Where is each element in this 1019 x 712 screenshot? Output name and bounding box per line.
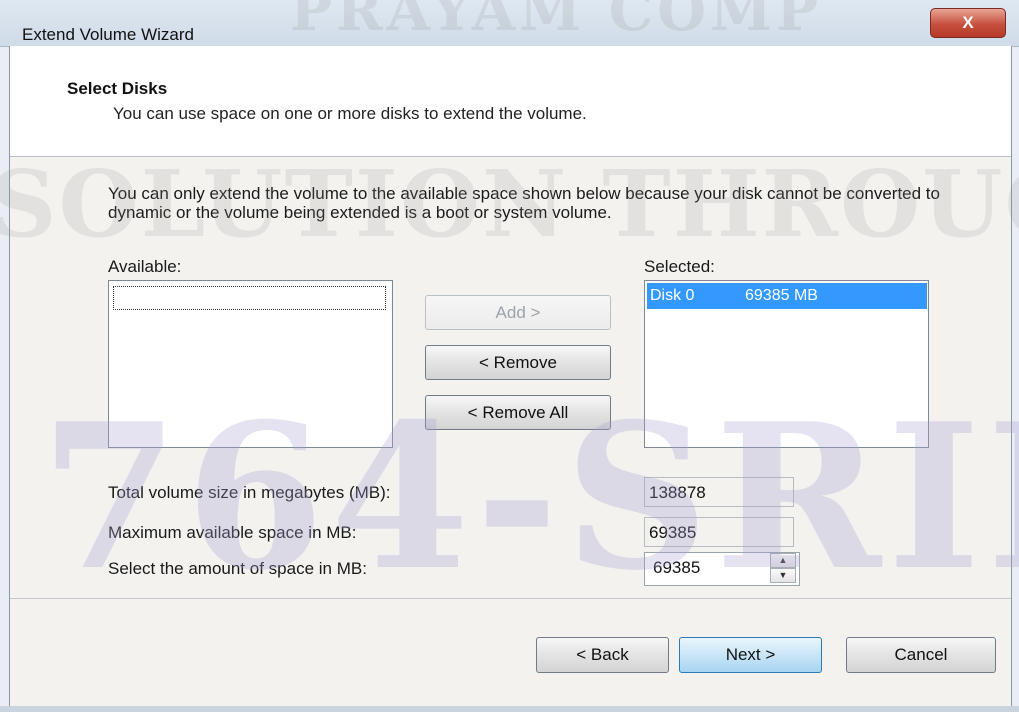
add-button[interactable]: Add > (425, 295, 611, 330)
cancel-button[interactable]: Cancel (846, 637, 996, 673)
max-space-label: Maximum available space in MB: (108, 523, 357, 542)
close-button[interactable]: X (930, 8, 1006, 38)
spin-up-button[interactable]: ▲ (770, 553, 796, 568)
header-panel: Select Disks You can use space on one or… (10, 46, 1011, 157)
window-bottom-border (0, 706, 1019, 712)
back-button[interactable]: < Back (536, 637, 669, 673)
selected-disks-list[interactable]: Disk 0 69385 MB (644, 280, 929, 448)
disk-size: 69385 MB (745, 287, 818, 304)
arrow-down-icon: ▼ (778, 570, 788, 580)
footer-separator (10, 598, 1011, 599)
close-icon: X (962, 13, 974, 32)
arrow-up-icon: ▲ (778, 555, 788, 565)
spin-down-button[interactable]: ▼ (770, 568, 796, 583)
title-bar: Extend Volume Wizard X (0, 0, 1019, 47)
wizard-body: Select Disks You can use space on one or… (9, 46, 1012, 706)
remove-all-button[interactable]: < Remove All (425, 395, 611, 430)
available-label: Available: (108, 257, 182, 276)
focus-rectangle (113, 286, 386, 310)
amount-spinbox[interactable]: 69385 ▲ ▼ (644, 552, 800, 586)
total-size-value: 138878 (644, 477, 794, 507)
selected-label: Selected: (644, 257, 715, 276)
total-size-label: Total volume size in megabytes (MB): (108, 483, 391, 502)
amount-label: Select the amount of space in MB: (108, 559, 367, 578)
page-subtitle: You can use space on one or more disks t… (113, 104, 587, 123)
available-disks-list[interactable] (108, 280, 393, 448)
selected-disk-row[interactable]: Disk 0 69385 MB (647, 283, 927, 309)
next-button[interactable]: Next > (679, 637, 822, 673)
amount-input[interactable]: 69385 (653, 558, 700, 578)
max-space-value: 69385 (644, 517, 794, 547)
window-title: Extend Volume Wizard (22, 25, 194, 44)
description-text: You can only extend the volume to the av… (108, 184, 940, 222)
page-title: Select Disks (67, 79, 168, 98)
disk-name: Disk 0 (650, 287, 695, 304)
remove-button[interactable]: < Remove (425, 345, 611, 380)
